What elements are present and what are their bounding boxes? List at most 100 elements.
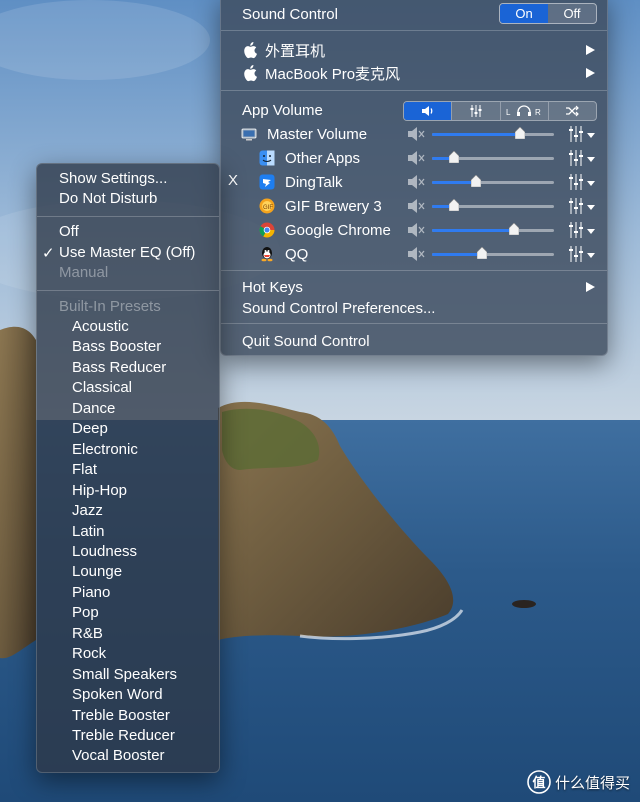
preferences-item[interactable]: Sound Control Preferences...: [221, 297, 607, 319]
preset-item[interactable]: Jazz: [72, 502, 103, 519]
speaker-muted-icon[interactable]: [407, 174, 425, 190]
separator: [221, 30, 607, 31]
svg-text:GIF: GIF: [263, 205, 273, 211]
preferences-label: Sound Control Preferences...: [242, 299, 436, 317]
preset-item[interactable]: Flat: [72, 461, 97, 478]
app-volume-row-chrome: Google Chrome: [221, 219, 607, 241]
equalizer-menu-icon[interactable]: [568, 245, 596, 263]
toggle-off-button[interactable]: Off: [548, 4, 596, 23]
app-title: Sound Control: [242, 5, 338, 23]
device-label: MacBook Pro麦克风: [265, 65, 401, 83]
speaker-icon: [421, 106, 433, 116]
preset-item[interactable]: Acoustic: [72, 318, 129, 335]
on-off-toggle[interactable]: On Off: [499, 3, 597, 24]
app-label: Google Chrome: [285, 221, 391, 239]
separator: [221, 323, 607, 324]
slider-knob[interactable]: [449, 198, 459, 211]
app-volume-header: App Volume LR: [221, 99, 607, 121]
speaker-muted-icon[interactable]: [407, 126, 425, 142]
equalizer-menu-icon[interactable]: [568, 221, 596, 239]
preset-item[interactable]: Pop: [72, 604, 99, 621]
equalizer-menu-icon[interactable]: [568, 173, 596, 191]
slider-knob[interactable]: [449, 150, 459, 163]
preset-item[interactable]: Lounge: [72, 563, 122, 580]
excluded-marker: X: [228, 172, 239, 189]
hot-keys-item[interactable]: Hot Keys: [221, 276, 607, 298]
slider-knob[interactable]: [471, 174, 481, 187]
preset-item[interactable]: Deep: [72, 420, 108, 437]
built-in-presets-header: Built-In Presets: [59, 298, 161, 315]
balance-mode-tab[interactable]: LR: [499, 102, 548, 120]
volume-slider[interactable]: [432, 246, 554, 259]
volume-slider-fill: [432, 252, 482, 256]
display-icon: [241, 128, 257, 141]
volume-slider-fill: [432, 228, 514, 232]
toggle-on-button[interactable]: On: [500, 4, 548, 23]
preset-item[interactable]: Loudness: [72, 543, 137, 560]
volume-slider[interactable]: [432, 198, 554, 211]
volume-mode-tab[interactable]: [404, 102, 452, 120]
equalizer-menu-icon[interactable]: [568, 149, 596, 167]
equalizer-menu-icon[interactable]: [568, 125, 596, 143]
speaker-muted-icon[interactable]: [407, 222, 425, 238]
use-master-eq-item[interactable]: Use Master EQ (Off): [59, 244, 195, 261]
preset-item[interactable]: Rock: [72, 645, 106, 662]
preset-item[interactable]: Classical: [72, 379, 132, 396]
app-volume-row-master: Master Volume: [221, 123, 607, 145]
speaker-muted-icon[interactable]: [407, 150, 425, 166]
view-mode-segmented-control[interactable]: LR: [403, 101, 597, 121]
preset-item[interactable]: Treble Reducer: [72, 727, 175, 744]
volume-slider[interactable]: [432, 150, 554, 163]
preset-item[interactable]: Latin: [72, 523, 105, 540]
preset-item[interactable]: Vocal Booster: [72, 747, 165, 764]
volume-slider[interactable]: [432, 126, 554, 139]
submenu-arrow-icon: [586, 282, 595, 292]
preset-item[interactable]: Small Speakers: [72, 666, 177, 683]
device-item-microphone[interactable]: MacBook Pro麦克风: [221, 62, 607, 84]
speaker-muted-icon[interactable]: [407, 198, 425, 214]
preset-item[interactable]: Piano: [72, 584, 110, 601]
speaker-muted-icon[interactable]: [407, 246, 425, 262]
manual-item: Manual: [59, 264, 109, 281]
preset-item[interactable]: Treble Booster: [72, 707, 170, 724]
app-label: DingTalk: [285, 173, 343, 191]
quit-item[interactable]: Quit Sound Control: [221, 330, 607, 352]
eq-off-item[interactable]: Off: [59, 223, 79, 240]
preset-item[interactable]: Spoken Word: [72, 686, 163, 703]
app-label: Master Volume: [267, 125, 368, 143]
submenu-arrow-icon: [586, 68, 595, 78]
separator: [37, 290, 219, 291]
chrome-icon: [259, 222, 275, 238]
preset-item[interactable]: Electronic: [72, 441, 138, 458]
app-volume-row-other-apps: Other Apps: [221, 147, 607, 169]
preset-item[interactable]: Hip-Hop: [72, 482, 127, 499]
equalizer-menu-icon[interactable]: [568, 197, 596, 215]
submenu-arrow-icon: [586, 45, 595, 55]
svg-text:值: 值: [532, 775, 545, 791]
show-settings-item[interactable]: Show Settings...: [59, 170, 167, 187]
app-label: Other Apps: [285, 149, 361, 167]
watermark-logo-icon: 值: [527, 770, 551, 794]
slider-knob[interactable]: [477, 246, 487, 259]
slider-knob[interactable]: [509, 222, 519, 235]
app-volume-label: App Volume: [242, 101, 323, 119]
apple-icon: [244, 65, 257, 82]
shuffle-icon: [566, 105, 580, 117]
preset-item[interactable]: Bass Booster: [72, 338, 161, 355]
preset-item[interactable]: R&B: [72, 625, 103, 642]
do-not-disturb-item[interactable]: Do Not Disturb: [59, 190, 157, 207]
preset-item[interactable]: Bass Reducer: [72, 359, 166, 376]
volume-slider[interactable]: [432, 174, 554, 187]
device-item-headphones[interactable]: 外置耳机: [221, 39, 607, 61]
quit-label: Quit Sound Control: [242, 332, 370, 350]
volume-slider[interactable]: [432, 222, 554, 235]
app-label: QQ: [285, 245, 309, 263]
eq-mode-tab[interactable]: [451, 102, 500, 120]
app-volume-row-dingtalk: DingTalk: [221, 171, 607, 193]
slider-knob[interactable]: [515, 126, 525, 139]
route-mode-tab[interactable]: [547, 102, 596, 120]
preset-item[interactable]: Dance: [72, 400, 115, 417]
sliders-icon: [470, 105, 482, 117]
separator: [221, 90, 607, 91]
app-volume-row-gif-brewery: GIF GIF Brewery 3: [221, 195, 607, 217]
